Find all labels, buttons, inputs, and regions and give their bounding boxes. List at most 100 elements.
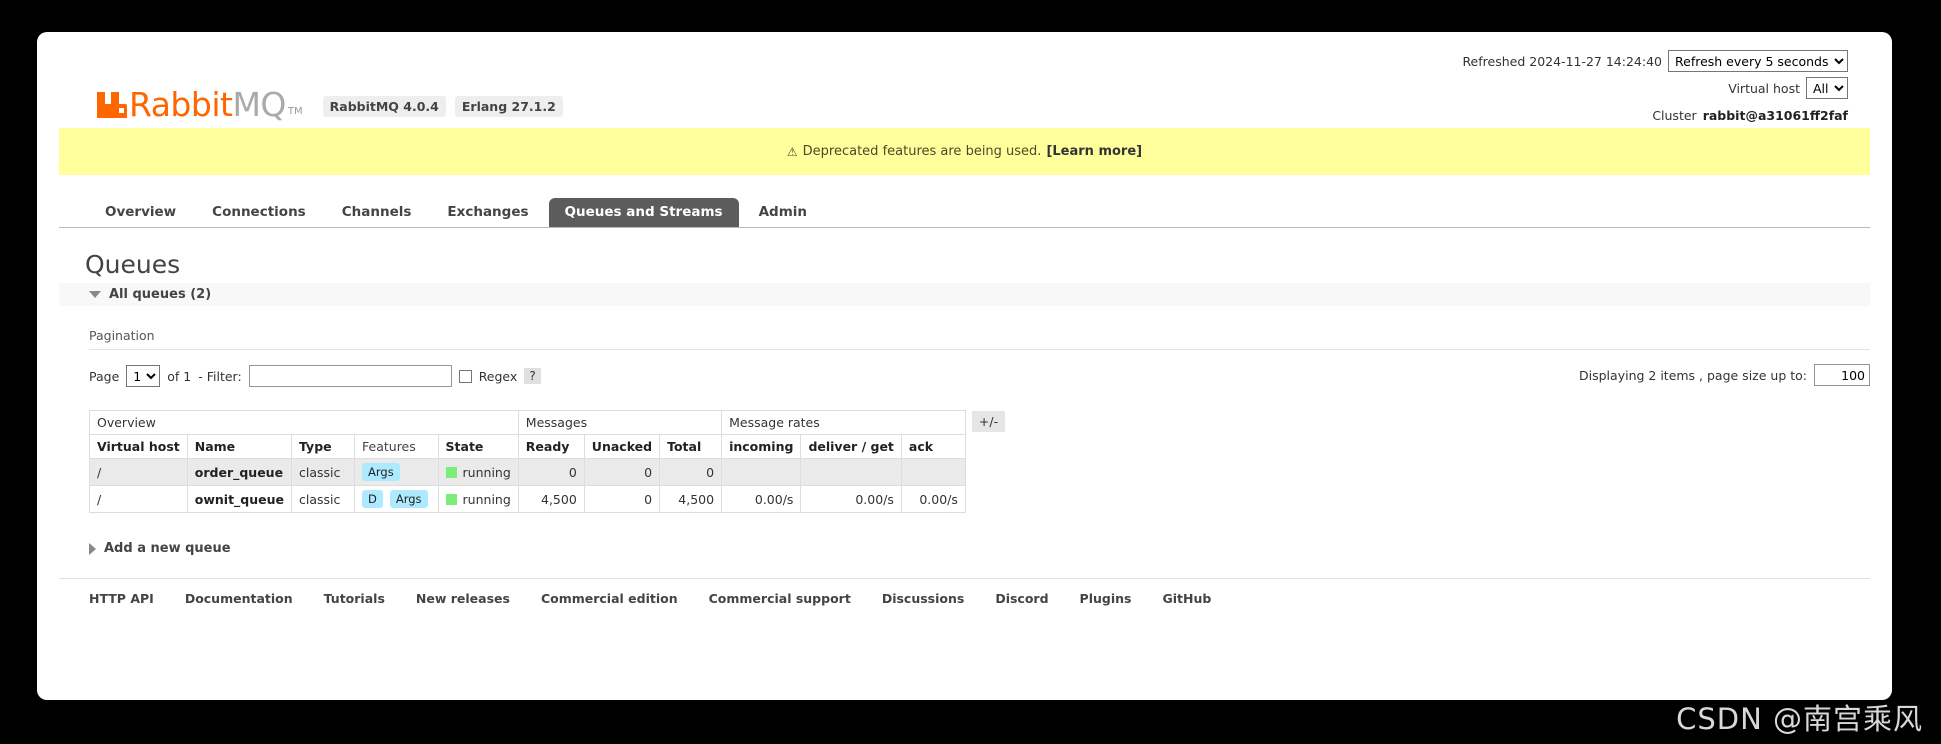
vhost-select[interactable]: All — [1806, 77, 1848, 99]
footer-link-discussions[interactable]: Discussions — [882, 591, 965, 606]
cell-vhost: / — [89, 485, 188, 513]
col-unacked[interactable]: Unacked — [583, 434, 661, 459]
footer-link-plugins[interactable]: Plugins — [1080, 591, 1132, 606]
col-state[interactable]: State — [437, 434, 519, 459]
logo-text: RabbitMQ — [129, 88, 286, 121]
chevron-right-icon — [89, 542, 96, 555]
status-indicator-icon — [445, 466, 457, 478]
cell-ready: 0 — [517, 458, 585, 486]
group-header-message-rates: Message rates — [721, 410, 966, 435]
state-wrap: running — [445, 491, 511, 507]
display-info: Displaying 2 items , page size up to: — [1579, 364, 1870, 386]
add-new-queue-label: Add a new queue — [104, 541, 231, 556]
cell-features: Args — [354, 458, 439, 486]
page-inner: RabbitMQ TM RabbitMQ 4.0.4 Erlang 27.1.2… — [37, 32, 1892, 700]
footer-link-github[interactable]: GitHub — [1162, 591, 1211, 606]
refresh-row: Refreshed 2024-11-27 14:24:40 Refresh ev… — [1462, 50, 1848, 72]
col-ready[interactable]: Ready — [517, 434, 585, 459]
footer-link-new-releases[interactable]: New releases — [416, 591, 510, 606]
tab-overview[interactable]: Overview — [89, 198, 192, 227]
cluster-name: rabbit@a31061ff2faf — [1702, 107, 1848, 123]
table-row[interactable]: / order_queue classic Args running 0 0 0 — [89, 458, 966, 486]
cell-ack: 0.00/s — [900, 485, 966, 513]
pagination-label: Pagination — [89, 328, 1870, 350]
cell-state: running — [437, 458, 519, 486]
cell-total: 0 — [659, 458, 723, 486]
regex-checkbox[interactable] — [458, 369, 472, 383]
footer-link-commercial-support[interactable]: Commercial support — [709, 591, 851, 606]
col-ack[interactable]: ack — [900, 434, 966, 459]
page-label: Page — [89, 368, 120, 384]
footer-link-documentation[interactable]: Documentation — [185, 591, 293, 606]
state-label: running — [462, 491, 511, 507]
col-total[interactable]: Total — [659, 434, 723, 459]
cell-state: running — [437, 485, 519, 513]
rabbitmq-version-badge: RabbitMQ 4.0.4 — [322, 96, 446, 117]
filter-toolbar: Page 1 of 1 - Filter: Regex ? Displaying… — [89, 364, 1870, 388]
cluster-row: Cluster rabbit@a31061ff2faf — [1462, 104, 1848, 126]
brand-logo[interactable]: RabbitMQ TM RabbitMQ 4.0.4 Erlang 27.1.2 — [95, 88, 563, 121]
cell-queue-name[interactable]: order_queue — [186, 458, 293, 486]
col-virtual-host[interactable]: Virtual host — [89, 434, 188, 459]
deprecation-warning-banner: ⚠ Deprecated features are being used. [L… — [59, 128, 1870, 175]
all-queues-section-toggle[interactable]: All queues (2) — [59, 283, 1870, 306]
feature-badge-args: Args — [362, 463, 400, 481]
regex-label: Regex — [478, 368, 518, 384]
cell-ack — [900, 458, 966, 486]
table-column-header-row: Virtual host Name Type Features State Re… — [89, 434, 966, 459]
filter-input[interactable] — [248, 365, 452, 387]
cell-queue-name[interactable]: ownit_queue — [186, 485, 293, 513]
cell-ready: 4,500 — [517, 485, 585, 513]
erlang-version-badge: Erlang 27.1.2 — [454, 96, 563, 117]
col-type[interactable]: Type — [291, 434, 356, 459]
tab-channels[interactable]: Channels — [326, 198, 428, 227]
watermark: CSDN @南宫乘风 — [1676, 702, 1923, 736]
tab-connections[interactable]: Connections — [196, 198, 322, 227]
cell-deliver-get: 0.00/s — [800, 485, 902, 513]
tab-queues-and-streams[interactable]: Queues and Streams — [548, 198, 739, 227]
cell-total: 4,500 — [659, 485, 723, 513]
status-indicator-icon — [445, 493, 457, 505]
table-row[interactable]: / ownit_queue classic D Args running 4,5… — [89, 485, 966, 513]
app-header: RabbitMQ TM RabbitMQ 4.0.4 Erlang 27.1.2… — [59, 32, 1870, 152]
page-title: Queues — [85, 250, 181, 279]
warning-triangle-icon: ⚠ — [786, 144, 798, 159]
tab-admin[interactable]: Admin — [743, 198, 823, 227]
col-deliver-get[interactable]: deliver / get — [800, 434, 902, 459]
col-name[interactable]: Name — [186, 434, 293, 459]
state-wrap: running — [445, 464, 511, 480]
footer-link-commercial-edition[interactable]: Commercial edition — [541, 591, 678, 606]
tab-exchanges[interactable]: Exchanges — [431, 198, 544, 227]
refreshed-label: Refreshed 2024-11-27 14:24:40 — [1462, 53, 1662, 69]
cell-incoming: 0.00/s — [721, 485, 802, 513]
state-label: running — [462, 464, 511, 480]
add-new-queue-toggle[interactable]: Add a new queue — [89, 541, 1870, 556]
main-content: Queues All queues (2) Pagination Page 1 … — [59, 232, 1870, 606]
footer-link-tutorials[interactable]: Tutorials — [324, 591, 385, 606]
version-badges: RabbitMQ 4.0.4 Erlang 27.1.2 — [322, 96, 563, 121]
page-number-select[interactable]: 1 — [126, 365, 161, 387]
trademark-mark: TM — [287, 106, 303, 117]
vhost-row: Virtual host All — [1462, 77, 1848, 99]
page-size-input[interactable] — [1814, 364, 1870, 386]
cell-deliver-get — [800, 458, 902, 486]
learn-more-link[interactable]: [Learn more] — [1046, 144, 1142, 159]
footer-link-http-api[interactable]: HTTP API — [89, 591, 154, 606]
chevron-down-icon — [89, 291, 101, 298]
regex-help-icon[interactable]: ? — [524, 368, 541, 384]
screen-root: RabbitMQ TM RabbitMQ 4.0.4 Erlang 27.1.2… — [0, 0, 1941, 744]
table-group-header-row: Overview Messages Message rates — [89, 410, 966, 435]
logo-rabbit-text: Rabbit — [129, 85, 233, 124]
cell-type: classic — [291, 485, 356, 513]
footer-link-discord[interactable]: Discord — [995, 591, 1048, 606]
group-header-messages: Messages — [517, 410, 723, 435]
refresh-interval-select[interactable]: Refresh every 5 seconds — [1668, 50, 1848, 72]
cell-features: D Args — [354, 485, 439, 513]
column-toggle-button[interactable]: +/- — [971, 411, 1006, 432]
cell-type: classic — [291, 458, 356, 486]
logo-mq-text: MQ — [232, 85, 286, 124]
main-nav-tabs: Overview Connections Channels Exchanges … — [59, 198, 1870, 228]
cell-vhost: / — [89, 458, 188, 486]
col-incoming[interactable]: incoming — [721, 434, 802, 459]
queues-table: Overview Messages Message rates Virtual … — [89, 410, 966, 513]
